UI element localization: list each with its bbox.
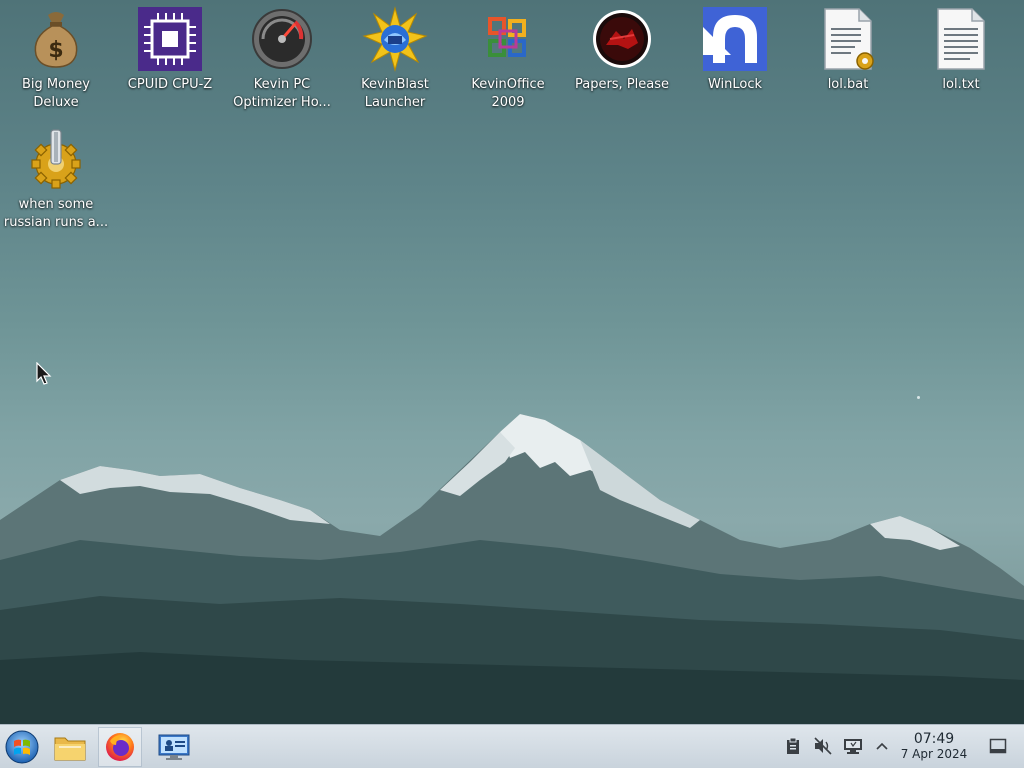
desktop-icon-label: when some russian runs a... <box>3 197 109 230</box>
star-speck <box>917 396 920 399</box>
desktop-icon-label: Big Money Deluxe <box>21 77 90 110</box>
system-clock[interactable]: 07:49 7 Apr 2024 <box>894 731 974 762</box>
clipboard-icon[interactable] <box>782 735 804 757</box>
text-file-icon <box>928 6 994 72</box>
lock-arc-icon <box>702 6 768 72</box>
desktop-icon-label: Papers, Please <box>574 77 670 92</box>
taskbar: 07:49 7 Apr 2024 <box>0 724 1024 768</box>
windows-orb-icon <box>5 730 39 764</box>
chevron-up-icon[interactable] <box>871 735 893 757</box>
file-explorer-button[interactable] <box>48 727 92 767</box>
desktop-icon-papers-please[interactable]: Papers, Please <box>568 6 676 94</box>
volume-muted-icon[interactable] <box>812 735 834 757</box>
folder-icon <box>54 737 86 761</box>
desktop-icon-label: lol.bat <box>827 77 869 92</box>
cpu-chip-icon <box>137 6 203 72</box>
desktop-icon-label: lol.txt <box>942 77 980 92</box>
desktop[interactable]: $ Big Money Deluxe CPUID CPU-Z Kevin PC … <box>0 0 1024 724</box>
clock-date: 7 Apr 2024 <box>900 747 968 761</box>
desktop-icon-lol-bat[interactable]: lol.bat <box>794 6 902 94</box>
desktop-icon-cpuid-cpu-z[interactable]: CPUID CPU-Z <box>116 6 224 94</box>
batch-file-icon <box>815 6 881 72</box>
desktop-icon-label: KevinOffice 2009 <box>471 77 545 110</box>
desktop-icon-label: WinLock <box>707 77 763 92</box>
show-desktop-icon[interactable] <box>987 735 1009 757</box>
clock-time: 07:49 <box>913 731 955 747</box>
desktop-icon-big-money-deluxe[interactable]: $ Big Money Deluxe <box>2 6 110 112</box>
money-bag-icon: $ <box>23 6 89 72</box>
papers-please-seal-icon <box>589 6 655 72</box>
control-panel-button[interactable] <box>152 727 196 767</box>
desktop-icon-kevin-pc-optimizer[interactable]: Kevin PC Optimizer Ho... <box>228 6 336 112</box>
monitor-user-icon <box>158 734 190 760</box>
svg-text:$: $ <box>48 38 63 63</box>
desktop-icon-kevinoffice-2009[interactable]: KevinOffice 2009 <box>454 6 562 112</box>
office-logo-icon <box>475 6 541 72</box>
desktop-icon-label: KevinBlast Launcher <box>361 77 429 110</box>
firefox-button[interactable] <box>98 727 142 767</box>
gear-icon <box>23 126 89 192</box>
desktop-icon-lol-txt[interactable]: lol.txt <box>907 6 1015 94</box>
desktop-icon-label: CPUID CPU-Z <box>127 77 213 92</box>
desktop-icon-winlock[interactable]: WinLock <box>681 6 789 94</box>
speedometer-icon <box>249 6 315 72</box>
desktop-icon-label: Kevin PC Optimizer Ho... <box>233 77 331 110</box>
desktop-icon-when-some-russian[interactable]: when some russian runs a... <box>2 126 110 232</box>
start-button[interactable] <box>0 727 44 767</box>
firefox-icon <box>106 733 134 761</box>
desktop-icon-kevinblast-launcher[interactable]: KevinBlast Launcher <box>341 6 449 112</box>
network-icon[interactable] <box>842 735 864 757</box>
mouse-pointer-icon <box>36 362 52 385</box>
starburst-icon <box>362 6 428 72</box>
